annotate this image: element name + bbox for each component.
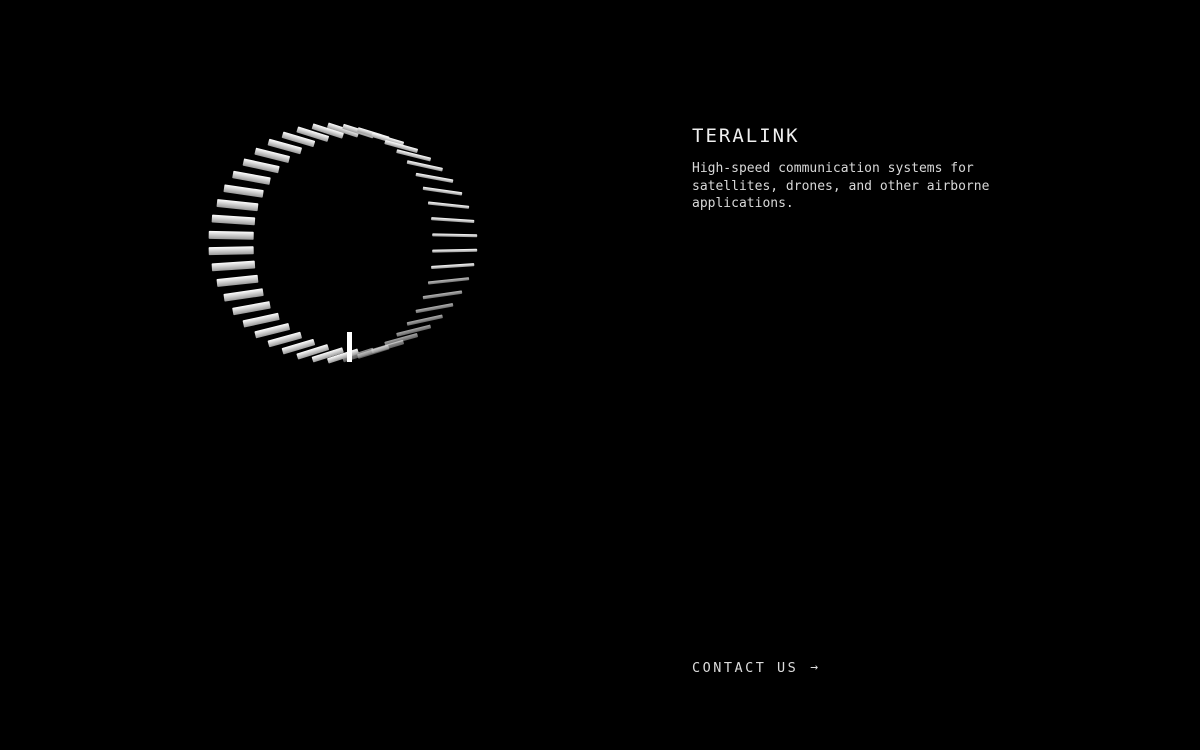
ring-slat xyxy=(208,246,254,256)
ring-slat xyxy=(431,217,475,223)
ring-slat xyxy=(211,214,256,226)
ring-slat xyxy=(406,314,443,326)
spiral-ring-graphic xyxy=(208,122,478,364)
ring-slat xyxy=(242,158,280,174)
ring-slat xyxy=(216,199,259,212)
ring-slat xyxy=(422,290,463,300)
ring-slat xyxy=(223,184,264,198)
brand-tagline: High-speed communication systems for sat… xyxy=(692,161,990,211)
info-panel: TERALINK High-speed communication system… xyxy=(692,124,1052,213)
ring-slat xyxy=(406,160,443,172)
ring-slat xyxy=(415,303,454,314)
ring-slat xyxy=(223,288,264,302)
ring-slat xyxy=(432,248,478,253)
ring-slat xyxy=(415,172,454,183)
ring-slat xyxy=(211,260,256,272)
ring-slat xyxy=(427,201,470,209)
ring-slat xyxy=(232,170,271,185)
ring-slat xyxy=(216,274,259,287)
ring-slat xyxy=(427,277,470,285)
ring-slat xyxy=(422,186,463,196)
ring-slat xyxy=(242,312,280,328)
brand-title: TERALINK xyxy=(692,125,800,147)
ring-slat xyxy=(208,230,254,240)
arrow-right-icon: → xyxy=(810,660,819,675)
ring-slat xyxy=(232,301,271,316)
ring-slat xyxy=(432,233,478,238)
contact-us-label: CONTACT US xyxy=(692,660,799,676)
contact-us-link[interactable]: CONTACT US → xyxy=(692,659,818,677)
ring-slat xyxy=(431,263,475,269)
ring-accent-bar xyxy=(347,332,352,362)
